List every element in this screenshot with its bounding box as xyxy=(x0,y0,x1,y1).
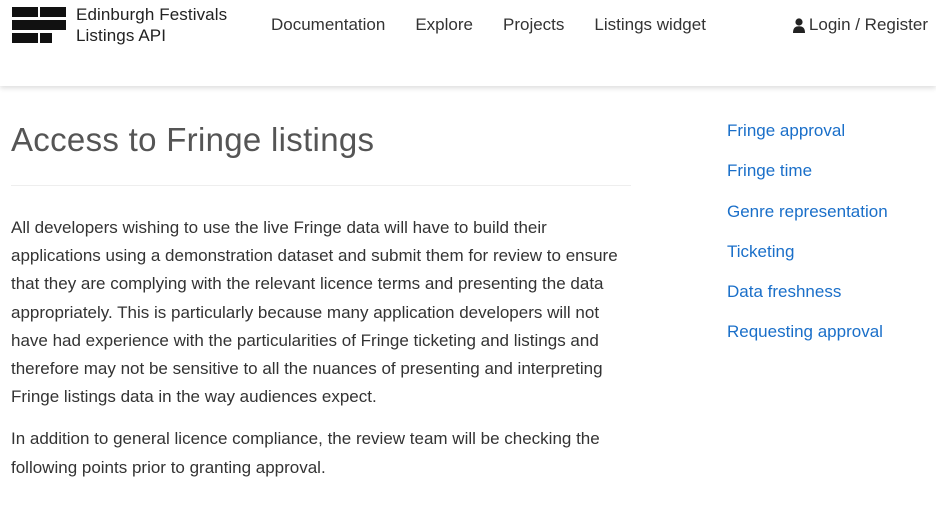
festival-grid-logo-icon xyxy=(12,7,66,43)
section-sidebar: Fringe approval Fringe time Genre repres… xyxy=(727,118,888,360)
sidebar-item-requesting-approval[interactable]: Requesting approval xyxy=(727,319,888,359)
main-nav: Documentation Explore Projects Listings … xyxy=(271,14,736,36)
sidebar-item-genre-representation[interactable]: Genre representation xyxy=(727,199,888,239)
brand-line-1: Edinburgh Festivals xyxy=(76,5,228,24)
brand-home-link[interactable]: Edinburgh Festivals Listings API xyxy=(12,4,227,46)
user-icon xyxy=(792,17,805,33)
nav-explore[interactable]: Explore xyxy=(415,14,473,36)
top-navbar: Edinburgh Festivals Listings API Documen… xyxy=(0,0,936,86)
intro-paragraph: All developers wishing to use the live F… xyxy=(11,218,618,407)
title-divider xyxy=(11,185,631,186)
sidebar-item-fringe-time[interactable]: Fringe time xyxy=(727,158,888,198)
nav-documentation[interactable]: Documentation xyxy=(271,14,385,36)
page-title: Access to Fringe listings xyxy=(11,121,375,158)
login-register-label: Login / Register xyxy=(808,15,928,34)
nav-projects[interactable]: Projects xyxy=(503,14,564,36)
brand-line-2: Listings API xyxy=(76,26,167,45)
brand-name: Edinburgh Festivals Listings API xyxy=(76,4,227,46)
compliance-paragraph: In addition to general licence complianc… xyxy=(11,429,600,477)
login-register-link[interactable]: Login / Register xyxy=(792,14,928,36)
sidebar-item-ticketing[interactable]: Ticketing xyxy=(727,239,888,279)
sidebar-item-fringe-approval[interactable]: Fringe approval xyxy=(727,118,888,158)
main-content: Access to Fringe listings All developers… xyxy=(11,86,633,482)
nav-listings-widget[interactable]: Listings widget xyxy=(594,14,706,36)
sidebar-item-data-freshness[interactable]: Data freshness xyxy=(727,279,888,319)
